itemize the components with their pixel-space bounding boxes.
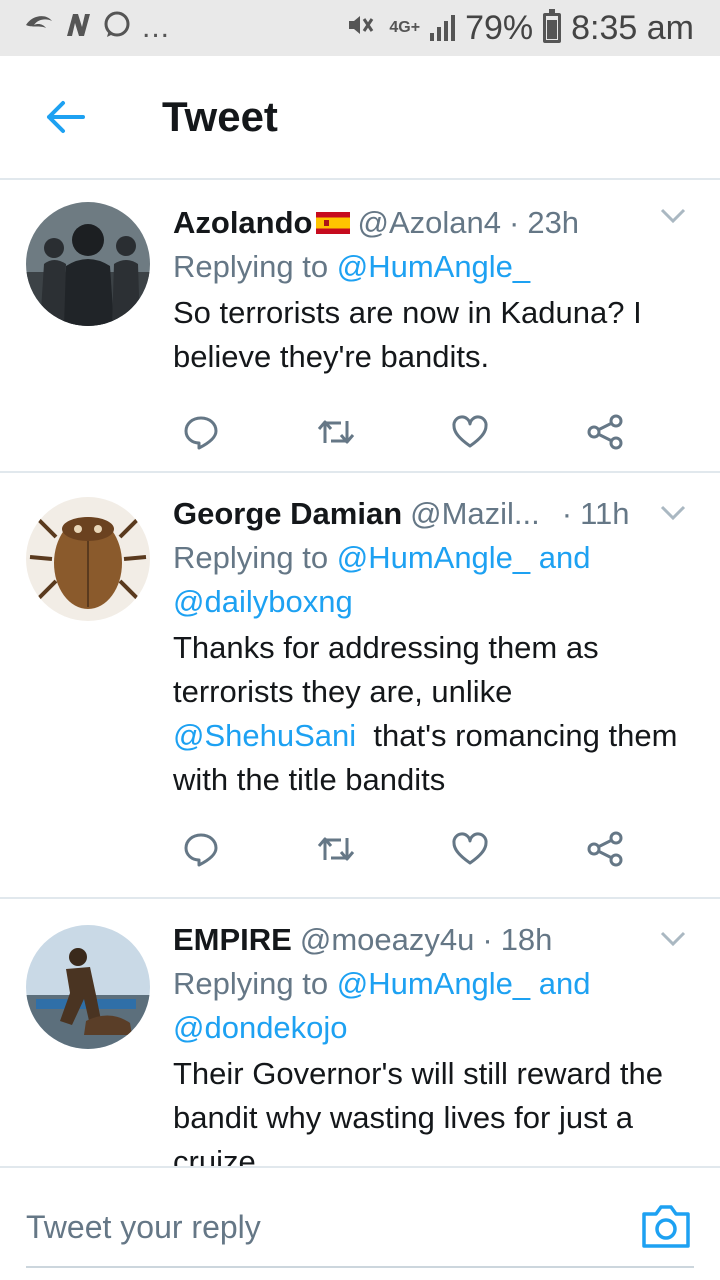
tweet-item[interactable]: George Damian @Mazil... · 11h Replying t… [0, 473, 720, 899]
tweet-item[interactable]: EMPIRE @moeazy4u · 18h Replying to @HumA… [0, 899, 720, 1166]
reply-and-others-link[interactable]: and [539, 966, 591, 1001]
signal-icon [430, 15, 456, 41]
network-type: 4G+ [389, 19, 421, 36]
reply-and-others-link[interactable]: and [539, 540, 591, 575]
share-icon [587, 414, 623, 450]
camera-button[interactable] [640, 1202, 692, 1250]
tweet-actions [173, 821, 633, 877]
replying-prefix: Replying to [173, 540, 329, 575]
reply-input-underline [26, 1266, 694, 1268]
retweet-icon [317, 420, 354, 444]
back-button[interactable] [20, 72, 110, 162]
mute-icon [345, 10, 379, 47]
tweet-body: EMPIRE @moeazy4u · 18h Replying to @HumA… [173, 919, 700, 1166]
sound-icon [24, 12, 54, 45]
tweet-header: George Damian @Mazil... · 11h [173, 493, 700, 535]
app-header: Tweet [0, 56, 720, 180]
user-name[interactable]: George Damian [173, 493, 402, 535]
avatar[interactable] [26, 925, 150, 1049]
user-name[interactable]: EMPIRE [173, 919, 292, 961]
reply-mention-link[interactable]: @HumAngle_ [337, 966, 530, 1001]
battery-percent: 79% [465, 8, 534, 47]
user-handle[interactable]: @moeazy4u [300, 919, 475, 961]
reply-icon [184, 833, 218, 867]
tweet-time: 11h [580, 496, 630, 531]
status-more: ... [142, 11, 171, 44]
battery-icon [543, 9, 562, 43]
tweet-text-part: Thanks for addressing them as terrorists… [173, 630, 599, 709]
reply-mention-link[interactable]: @dondekojo [173, 1010, 348, 1045]
reply-input[interactable] [26, 1196, 616, 1258]
tweet-text: So terrorists are now in Kaduna? I belie… [173, 295, 642, 374]
user-handle[interactable]: @Mazil... [410, 493, 540, 535]
replying-prefix: Replying to [173, 249, 329, 284]
avatar[interactable] [26, 497, 150, 621]
heart-icon [452, 415, 488, 448]
reply-button[interactable] [173, 404, 229, 460]
tweet-time: 18h [500, 922, 553, 957]
tweet-text: Thanks for addressing them as terrorists… [173, 626, 700, 802]
reply-feed: Azolando @Azolan4 · 23h Replying to @Hum… [0, 180, 720, 1166]
status-bar: ... 4G+ 79% 8:35 am [0, 0, 720, 56]
reply-icon [184, 416, 218, 450]
tweet-body: George Damian @Mazil... · 11h Replying t… [173, 493, 700, 802]
notification-n-icon [64, 12, 92, 45]
status-left: ... [24, 10, 170, 47]
replying-prefix: Replying to [173, 966, 329, 1001]
whatsapp-icon [102, 10, 132, 47]
separator: · [561, 496, 573, 531]
heart-icon [452, 832, 488, 865]
user-name[interactable]: Azolando [173, 202, 313, 244]
replying-to: Replying to @HumAngle_ and @dondekojo [173, 962, 700, 1050]
separator: · [482, 922, 493, 957]
share-button[interactable] [577, 404, 633, 460]
separator: · [509, 205, 520, 240]
avatar[interactable] [26, 202, 150, 326]
tweet-header: Azolando @Azolan4 · 23h [173, 202, 700, 244]
replying-to: Replying to @HumAngle_ [173, 245, 700, 289]
tweet-header: EMPIRE @moeazy4u · 18h [173, 919, 700, 961]
spain-flag-icon [315, 212, 350, 234]
tweet-body: Azolando @Azolan4 · 23h Replying to @Hum… [173, 202, 700, 379]
share-icon [587, 831, 623, 867]
tweet-actions [173, 404, 633, 460]
text-mention-link[interactable]: @ShehuSani [173, 718, 356, 753]
replying-to: Replying to @HumAngle_ and @dailyboxng [173, 536, 700, 624]
status-right: 4G+ 79% 8:35 am [345, 9, 694, 48]
user-handle[interactable]: @Azolan4 [358, 202, 502, 244]
camera-icon [642, 1205, 690, 1248]
reply-mention-link[interactable]: @HumAngle_ [337, 540, 530, 575]
retweet-button[interactable] [308, 821, 364, 877]
share-button[interactable] [577, 821, 633, 877]
back-arrow-icon [47, 101, 85, 133]
retweet-button[interactable] [308, 404, 364, 460]
like-button[interactable] [442, 821, 498, 877]
retweet-icon [317, 837, 354, 861]
tweet-time: 23h [527, 205, 580, 240]
reply-mention-link[interactable]: @HumAngle_ [337, 249, 530, 284]
like-button[interactable] [442, 404, 498, 460]
clock: 8:35 am [571, 8, 694, 47]
reply-mention-link[interactable]: @dailyboxng [173, 584, 353, 619]
reply-composer [0, 1166, 720, 1280]
reply-button[interactable] [173, 821, 229, 877]
tweet-item[interactable]: Azolando @Azolan4 · 23h Replying to @Hum… [0, 180, 720, 473]
tweet-text: Their Governor's will still reward the b… [173, 1056, 664, 1166]
page-title: Tweet [162, 93, 278, 140]
